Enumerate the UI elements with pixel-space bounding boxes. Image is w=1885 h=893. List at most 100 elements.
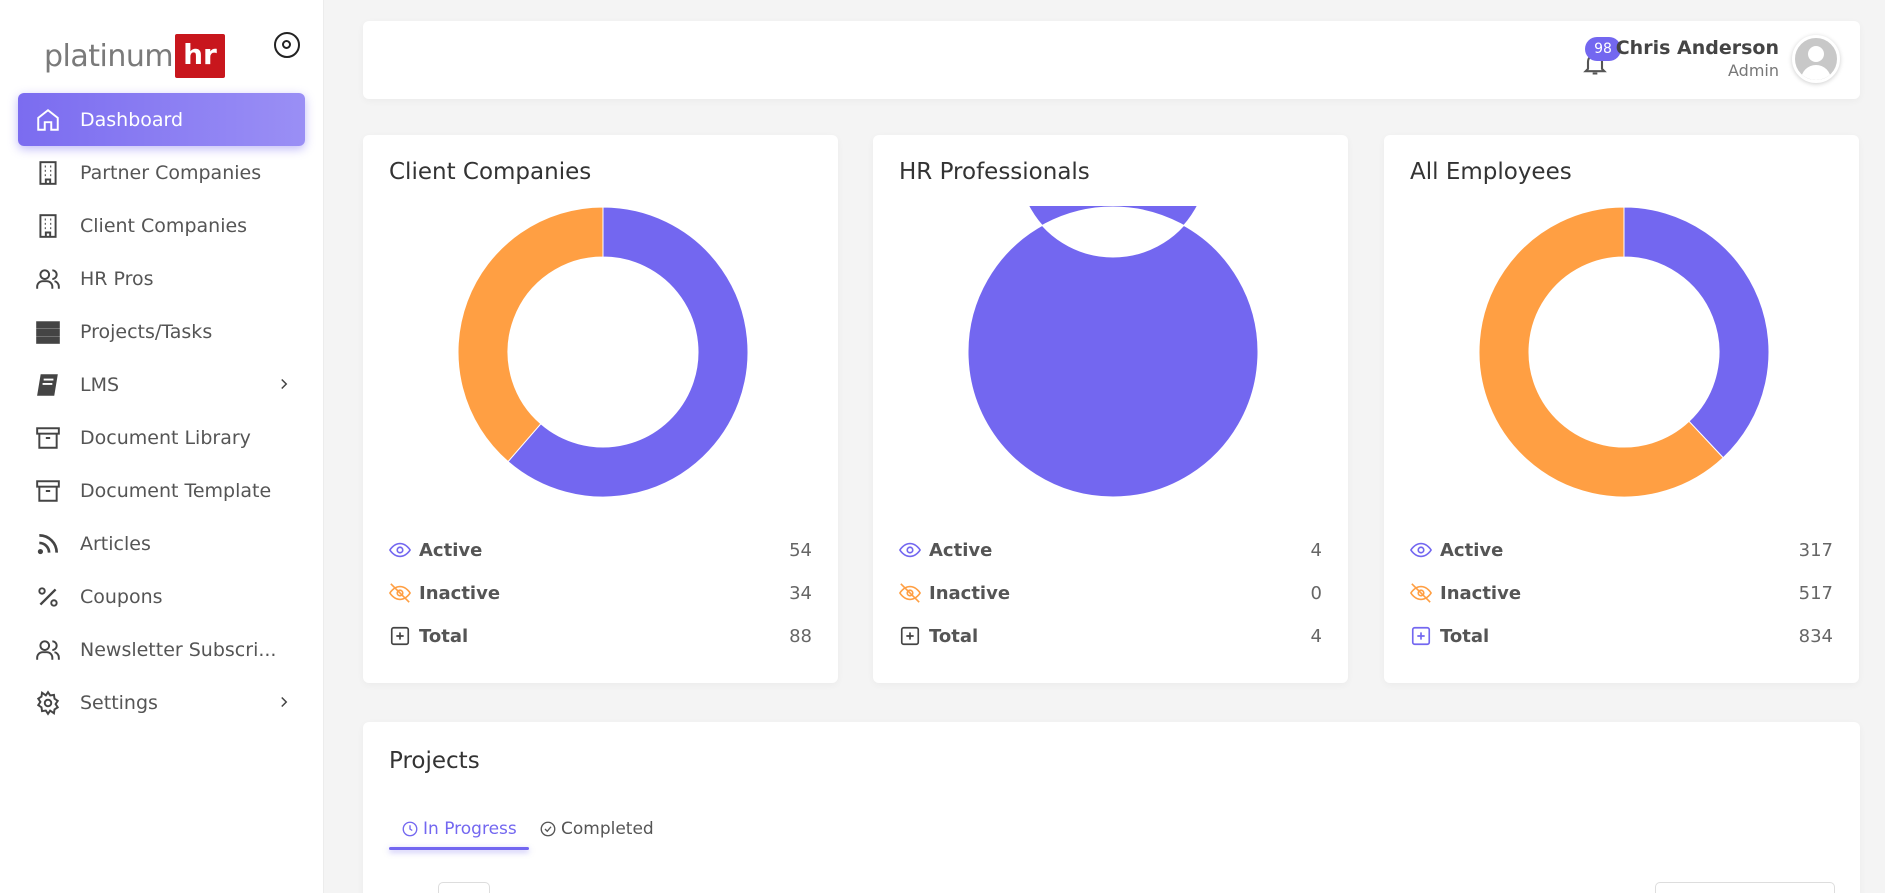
archive-icon bbox=[34, 477, 62, 505]
check-circle-icon bbox=[540, 821, 556, 837]
stat-label: Total bbox=[1440, 625, 1490, 647]
plus-square-icon bbox=[1410, 625, 1432, 647]
donut-slice-active[interactable] bbox=[967, 206, 1259, 498]
donut-chart bbox=[457, 206, 749, 498]
card-title: Client Companies bbox=[389, 159, 592, 185]
donut-slice-active[interactable] bbox=[1623, 206, 1770, 459]
percent-icon bbox=[34, 583, 62, 611]
stat-total: Total 88 bbox=[389, 621, 812, 651]
sidebar-item-newsletter-subscribers[interactable]: Newsletter Subscri... bbox=[18, 623, 305, 676]
card-title: All Employees bbox=[1410, 159, 1572, 185]
sidebar-item-projects-tasks[interactable]: Projects/Tasks bbox=[18, 305, 305, 358]
sidebar-item-label: Client Companies bbox=[80, 214, 248, 237]
stat-active: Active 317 bbox=[1410, 535, 1833, 565]
sidebar-item-document-template[interactable]: Document Template bbox=[18, 464, 305, 517]
stat-active: Active 54 bbox=[389, 535, 812, 565]
stat-total: Total 4 bbox=[899, 621, 1322, 651]
stat-total: Total 834 bbox=[1410, 621, 1833, 651]
building-icon bbox=[34, 212, 62, 240]
plus-square-icon bbox=[389, 625, 411, 647]
sidebar-item-label: Dashboard bbox=[80, 108, 184, 131]
tab-completed[interactable]: Completed bbox=[539, 814, 654, 844]
donut-chart bbox=[1478, 206, 1770, 498]
sidebar-item-partner-companies[interactable]: Partner Companies bbox=[18, 146, 305, 199]
stat-value: 517 bbox=[1798, 582, 1833, 604]
sidebar-nav: Dashboard Partner Companies Client Compa… bbox=[18, 93, 305, 729]
sidebar-item-label: Document Library bbox=[80, 426, 251, 449]
card-client-companies: Client Companies Active 54 Inactive 34 T… bbox=[363, 135, 838, 683]
stat-label: Inactive bbox=[929, 582, 1011, 604]
archive-icon bbox=[34, 424, 62, 452]
donut-slice-inactive[interactable] bbox=[457, 206, 604, 463]
stat-label: Inactive bbox=[419, 582, 501, 604]
brand-hr: hr bbox=[175, 34, 225, 78]
sidebar-item-label: Settings bbox=[80, 691, 158, 714]
sidebar-item-label: Partner Companies bbox=[80, 161, 262, 184]
sidebar-item-client-companies[interactable]: Client Companies bbox=[18, 199, 305, 252]
stat-value: 88 bbox=[789, 625, 812, 647]
stat-value: 54 bbox=[789, 539, 812, 561]
stat-inactive: Inactive 517 bbox=[1410, 578, 1833, 608]
eye-icon bbox=[389, 539, 411, 561]
eye-off-icon bbox=[389, 582, 411, 604]
sidebar-item-settings[interactable]: Settings bbox=[18, 676, 305, 729]
stat-label: Total bbox=[419, 625, 469, 647]
user-role: Admin bbox=[1728, 61, 1779, 80]
brand-text: platinum bbox=[44, 38, 174, 74]
card-all-employees: All Employees Active 317 Inactive 517 To… bbox=[1384, 135, 1859, 683]
clock-icon bbox=[402, 821, 418, 837]
tab-label: In Progress bbox=[423, 819, 517, 839]
brand-logo[interactable]: platinum hr bbox=[44, 34, 225, 78]
sidebar-item-label: Articles bbox=[80, 532, 151, 555]
sidebar-item-lms[interactable]: LMS bbox=[18, 358, 305, 411]
book-icon bbox=[34, 371, 62, 399]
stat-value: 4 bbox=[1310, 539, 1322, 561]
card-title: HR Professionals bbox=[899, 159, 1090, 185]
stat-value: 34 bbox=[789, 582, 812, 604]
chevron-right-icon bbox=[275, 693, 293, 711]
sidebar-item-hr-pros[interactable]: HR Pros bbox=[18, 252, 305, 305]
sidebar-item-label: Document Template bbox=[80, 479, 272, 502]
projects-title: Projects bbox=[389, 748, 480, 774]
stat-label: Inactive bbox=[1440, 582, 1522, 604]
home-icon bbox=[34, 106, 62, 134]
tab-label: Completed bbox=[561, 819, 654, 839]
eye-icon bbox=[1410, 539, 1432, 561]
stat-label: Total bbox=[929, 625, 979, 647]
sidebar-item-dashboard[interactable]: Dashboard bbox=[18, 93, 305, 146]
stat-value: 4 bbox=[1310, 625, 1322, 647]
users-icon bbox=[34, 265, 62, 293]
donut-chart bbox=[967, 206, 1259, 498]
sidebar-item-document-library[interactable]: Document Library bbox=[18, 411, 305, 464]
sidebar-item-label: Newsletter Subscri... bbox=[80, 638, 277, 661]
rss-icon bbox=[34, 530, 62, 558]
sidebar-toggle-icon[interactable] bbox=[274, 32, 300, 58]
server-icon bbox=[34, 318, 62, 346]
active-tab-indicator bbox=[389, 847, 529, 850]
stat-active: Active 4 bbox=[899, 535, 1322, 565]
plus-square-icon bbox=[899, 625, 921, 647]
entries-select[interactable] bbox=[438, 882, 490, 893]
stat-value: 0 bbox=[1310, 582, 1322, 604]
avatar[interactable] bbox=[1792, 35, 1840, 83]
stat-value: 834 bbox=[1798, 625, 1833, 647]
tab-in-progress[interactable]: In Progress bbox=[401, 814, 517, 844]
sidebar-item-label: Projects/Tasks bbox=[80, 320, 213, 343]
stat-inactive: Inactive 0 bbox=[899, 578, 1322, 608]
stat-value: 317 bbox=[1798, 539, 1833, 561]
stat-label: Active bbox=[1440, 539, 1504, 561]
sidebar-item-articles[interactable]: Articles bbox=[18, 517, 305, 570]
search-input[interactable] bbox=[1655, 882, 1835, 893]
sidebar-item-label: HR Pros bbox=[80, 267, 154, 290]
top-header: 98 Chris Anderson Admin bbox=[363, 21, 1860, 99]
sidebar-item-coupons[interactable]: Coupons bbox=[18, 570, 305, 623]
building-icon bbox=[34, 159, 62, 187]
stat-inactive: Inactive 34 bbox=[389, 578, 812, 608]
card-hr-professionals: HR Professionals Active 4 Inactive 0 Tot… bbox=[873, 135, 1348, 683]
sidebar-item-label: LMS bbox=[80, 373, 120, 396]
projects-panel: Projects In Progress Completed bbox=[363, 722, 1860, 893]
eye-icon bbox=[899, 539, 921, 561]
eye-off-icon bbox=[899, 582, 921, 604]
user-name: Chris Anderson bbox=[1615, 37, 1779, 59]
stat-label: Active bbox=[419, 539, 483, 561]
